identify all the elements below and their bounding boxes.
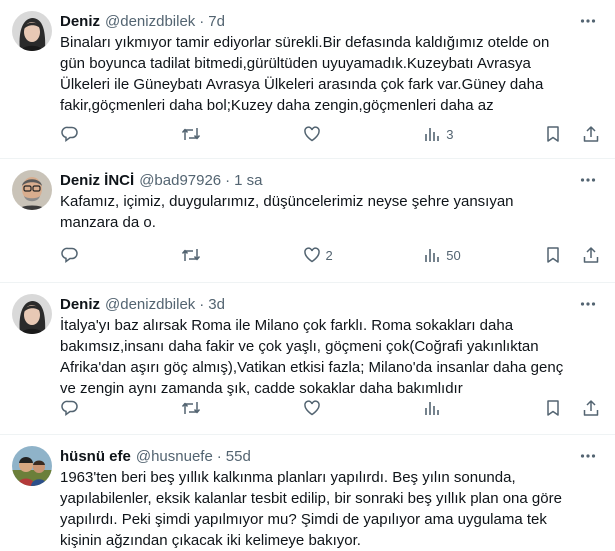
views-icon <box>422 398 442 418</box>
retweet-icon <box>181 245 201 265</box>
like-count: 2 <box>325 247 333 263</box>
tweet-actions <box>60 398 601 418</box>
views-count: 50 <box>446 247 461 263</box>
retweet-icon <box>181 398 201 418</box>
like-icon <box>302 124 322 144</box>
reply-button[interactable] <box>60 245 146 265</box>
bookmark-icon[interactable] <box>543 398 563 418</box>
display-name[interactable]: Deniz <box>60 296 100 313</box>
timestamp[interactable]: 7d <box>208 13 225 30</box>
avatar[interactable] <box>12 170 52 210</box>
display-name[interactable]: hüsnü efe <box>60 448 131 465</box>
tweet-text: Kafamız, içimiz, duygularımız, düşüncele… <box>60 193 514 231</box>
reply-icon <box>60 245 80 265</box>
display-name[interactable]: Deniz İNCİ <box>60 172 134 189</box>
tweet-text: İtalya'yı baz alırsak Roma ile Milano ço… <box>60 317 564 397</box>
reply-icon <box>60 124 80 144</box>
separator-dot: · <box>199 12 205 30</box>
tweet[interactable]: hüsnü efe @husnuefe · 55d 1963'ten beri … <box>0 435 615 549</box>
more-icon[interactable] <box>575 169 601 191</box>
tweet-actions: 3 <box>60 124 601 144</box>
user-handle[interactable]: @denizdbilek <box>105 13 195 30</box>
like-button[interactable] <box>302 124 388 144</box>
bookmark-icon[interactable] <box>543 245 563 265</box>
timeline: Deniz @denizdbilek · 7d Binaları yıkmıyo… <box>0 0 615 549</box>
more-icon[interactable] <box>575 10 601 32</box>
retweet-button[interactable] <box>181 398 267 418</box>
avatar[interactable] <box>12 446 52 486</box>
tweet-text: 1963'ten beri beş yıllık kalkınma planla… <box>60 469 562 549</box>
separator-dot: · <box>216 447 222 465</box>
views-button[interactable]: 50 <box>422 245 508 265</box>
views-icon <box>422 124 442 144</box>
user-handle[interactable]: @bad97926 <box>139 172 221 189</box>
user-handle[interactable]: @denizdbilek <box>105 296 195 313</box>
tweet[interactable]: Deniz @denizdbilek · 3d İtalya'yı baz al… <box>0 283 615 435</box>
bookmark-icon[interactable] <box>543 124 563 144</box>
more-icon[interactable] <box>575 293 601 315</box>
views-button[interactable] <box>422 398 508 418</box>
user-handle[interactable]: @husnuefe <box>136 448 213 465</box>
reply-button[interactable] <box>60 398 146 418</box>
share-icon[interactable] <box>581 124 601 144</box>
tweet-header: hüsnü efe @husnuefe · 55d <box>60 445 601 467</box>
views-icon <box>422 245 442 265</box>
views-count: 3 <box>446 126 454 142</box>
reply-icon <box>60 398 80 418</box>
retweet-icon <box>181 124 201 144</box>
share-icon[interactable] <box>581 398 601 418</box>
separator-dot: · <box>199 295 205 313</box>
views-button[interactable]: 3 <box>422 124 508 144</box>
tweet-header: Deniz @denizdbilek · 7d <box>60 10 601 32</box>
retweet-button[interactable] <box>181 245 267 265</box>
avatar[interactable] <box>12 294 52 334</box>
timestamp[interactable]: 3d <box>208 296 225 313</box>
tweet[interactable]: Deniz @denizdbilek · 7d Binaları yıkmıyo… <box>0 0 615 159</box>
timestamp[interactable]: 55d <box>226 448 251 465</box>
tweet-actions: 2 50 <box>60 245 601 265</box>
more-icon[interactable] <box>575 445 601 467</box>
like-button[interactable]: 2 <box>302 245 388 265</box>
tweet-header: Deniz İNCİ @bad97926 · 1 sa <box>60 169 601 191</box>
reply-button[interactable] <box>60 124 146 144</box>
tweet-text: Binaları yıkmıyor tamir ediyorlar sürekl… <box>60 34 550 114</box>
share-icon[interactable] <box>581 245 601 265</box>
tweet[interactable]: Deniz İNCİ @bad97926 · 1 sa Kafamız, içi… <box>0 159 615 283</box>
separator-dot: · <box>225 171 231 189</box>
like-button[interactable] <box>302 398 388 418</box>
like-icon <box>302 245 322 265</box>
display-name[interactable]: Deniz <box>60 13 100 30</box>
retweet-button[interactable] <box>181 124 267 144</box>
like-icon <box>302 398 322 418</box>
avatar[interactable] <box>12 11 52 51</box>
timestamp[interactable]: 1 sa <box>234 172 262 189</box>
tweet-header: Deniz @denizdbilek · 3d <box>60 293 601 315</box>
